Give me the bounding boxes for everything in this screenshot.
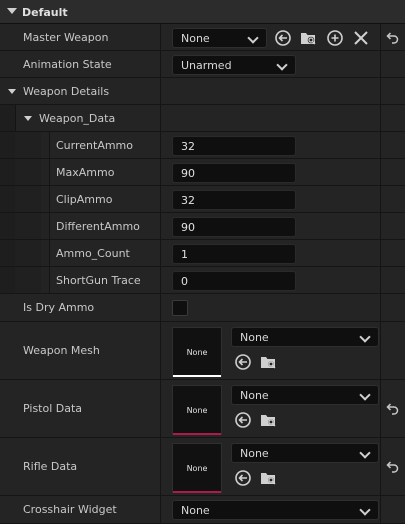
thumbnail-label: None — [186, 405, 208, 415]
dropdown-value: None — [240, 388, 269, 402]
property-label: Rifle Data — [23, 460, 78, 473]
pistol-data-thumbnail[interactable]: None — [172, 385, 222, 435]
ammo-count-input[interactable]: 1 — [172, 244, 296, 264]
use-selected-icon[interactable] — [234, 411, 252, 429]
property-different-ammo: DifferentAmmo 90 — [0, 213, 405, 240]
property-current-ammo: CurrentAmmo 32 — [0, 132, 405, 159]
expand-arrow-icon[interactable] — [8, 89, 16, 94]
property-label: Weapon_Data — [39, 111, 116, 125]
master-weapon-dropdown[interactable]: None — [172, 28, 267, 48]
property-label: ShortGun Trace — [56, 273, 141, 287]
browse-icon[interactable] — [299, 29, 317, 47]
dropdown-value: Unarmed — [181, 58, 232, 72]
collapse-arrow-icon[interactable] — [7, 8, 17, 14]
browse-icon[interactable] — [259, 353, 277, 371]
browse-icon[interactable] — [259, 411, 277, 429]
property-label: Crosshair Widget — [23, 503, 117, 516]
different-ammo-input[interactable]: 90 — [172, 217, 296, 237]
property-label: Master Weapon — [23, 30, 109, 44]
rifle-data-thumbnail[interactable]: None — [172, 443, 222, 493]
chevron-down-icon — [276, 59, 288, 71]
browse-icon[interactable] — [259, 469, 277, 487]
weapon-mesh-thumbnail[interactable]: None — [172, 327, 222, 377]
property-weapon-mesh: Weapon Mesh None None — [0, 322, 405, 380]
property-label: Pistol Data — [23, 402, 83, 415]
property-pistol-data: Pistol Data None None — [0, 380, 405, 438]
property-label: Weapon Mesh — [23, 344, 100, 357]
thumbnail-label: None — [186, 347, 208, 357]
reset-to-default-icon[interactable] — [386, 402, 400, 416]
crosshair-widget-dropdown[interactable]: None — [172, 500, 379, 520]
property-clip-ammo: ClipAmmo 32 — [0, 186, 405, 213]
current-ammo-input[interactable]: 32 — [172, 136, 296, 156]
property-animation-state: Animation State Unarmed — [0, 51, 405, 78]
category-label: Default — [22, 6, 68, 19]
property-crosshair-widget: Crosshair Widget None — [0, 496, 405, 524]
is-dry-ammo-checkbox[interactable] — [172, 300, 188, 316]
shortgun-trace-input[interactable]: 0 — [172, 271, 296, 291]
property-label: MaxAmmo — [56, 165, 115, 179]
reset-to-default-icon[interactable] — [386, 460, 400, 474]
expand-arrow-icon[interactable] — [24, 116, 32, 121]
reset-to-default-icon[interactable] — [386, 31, 400, 45]
property-label: ClipAmmo — [56, 192, 113, 206]
property-label: DifferentAmmo — [56, 219, 140, 233]
use-selected-icon[interactable] — [274, 29, 292, 47]
dropdown-value: None — [240, 446, 269, 460]
chevron-down-icon — [247, 32, 259, 44]
category-default[interactable]: Default — [0, 0, 405, 24]
clip-ammo-input[interactable]: 32 — [172, 190, 296, 210]
property-label: Weapon Details — [23, 84, 110, 98]
property-ammo-count: Ammo_Count 1 — [0, 240, 405, 267]
max-ammo-input[interactable]: 90 — [172, 163, 296, 183]
clear-icon[interactable] — [352, 29, 370, 47]
add-icon[interactable] — [326, 29, 344, 47]
animation-state-dropdown[interactable]: Unarmed — [172, 55, 296, 75]
thumbnail-label: None — [186, 463, 208, 473]
pistol-data-asset-picker[interactable]: None — [231, 385, 379, 405]
property-shortgun-trace: ShortGun Trace 0 — [0, 267, 405, 294]
chevron-down-icon — [359, 331, 371, 343]
chevron-down-icon — [359, 447, 371, 459]
use-selected-icon[interactable] — [234, 469, 252, 487]
asset-type-bar — [173, 491, 221, 493]
dropdown-value: None — [240, 330, 269, 344]
property-label: Is Dry Ammo — [23, 301, 95, 314]
chevron-down-icon — [359, 504, 371, 516]
property-is-dry-ammo: Is Dry Ammo — [0, 294, 405, 322]
asset-type-bar — [173, 375, 221, 377]
property-master-weapon: Master Weapon None — [0, 24, 405, 51]
asset-type-bar — [173, 433, 221, 435]
property-weapon-data[interactable]: Weapon_Data — [0, 105, 405, 132]
property-weapon-details[interactable]: Weapon Details — [0, 78, 405, 105]
property-label: CurrentAmmo — [56, 138, 133, 152]
property-label: Animation State — [23, 57, 112, 71]
use-selected-icon[interactable] — [234, 353, 252, 371]
dropdown-value: None — [181, 503, 210, 517]
dropdown-value: None — [181, 31, 210, 45]
rifle-data-asset-picker[interactable]: None — [231, 443, 379, 463]
weapon-mesh-asset-picker[interactable]: None — [231, 327, 379, 347]
property-label: Ammo_Count — [56, 246, 130, 260]
chevron-down-icon — [359, 389, 371, 401]
property-rifle-data: Rifle Data None None — [0, 438, 405, 496]
property-max-ammo: MaxAmmo 90 — [0, 159, 405, 186]
